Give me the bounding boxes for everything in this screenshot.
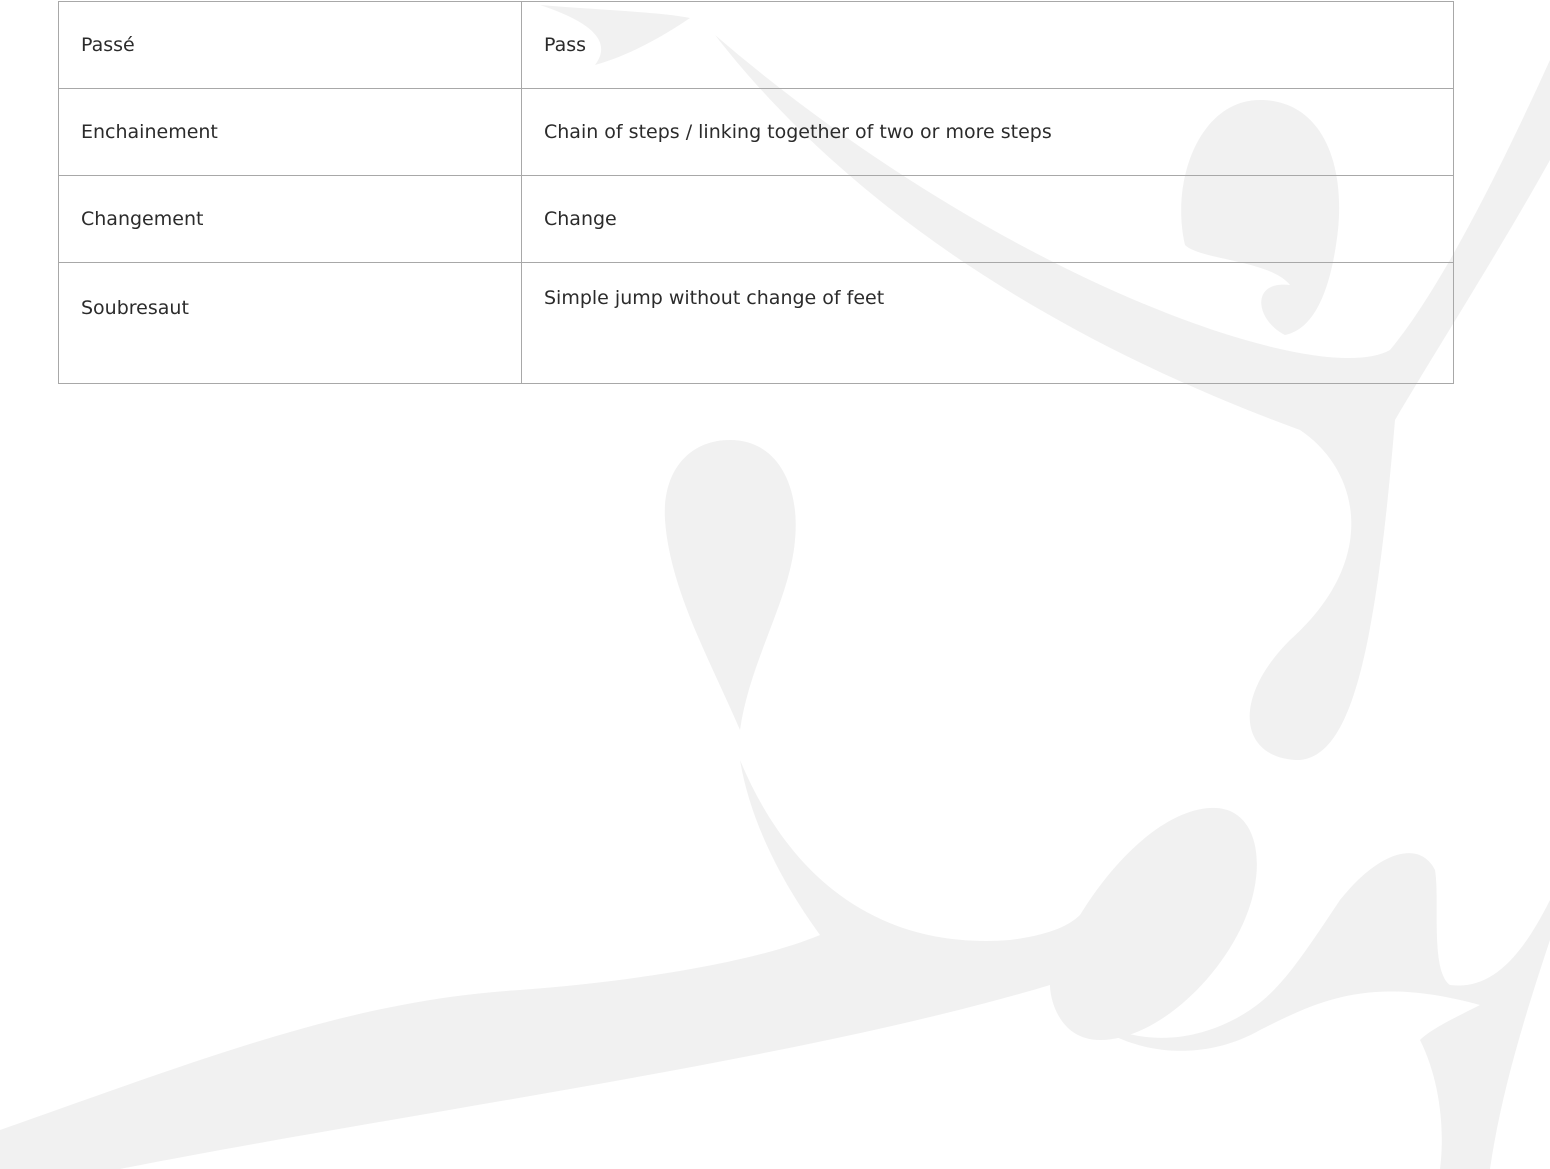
table-row: Enchainement Chain of steps / linking to… [58, 88, 1454, 176]
page: Passé Pass Enchainement Chain of steps /… [0, 0, 1550, 1169]
meaning-cell: Pass [521, 1, 1454, 89]
term-cell: Passé [58, 1, 522, 89]
ballet-terms-table: Passé Pass Enchainement Chain of steps /… [58, 1, 1454, 384]
term-cell: Soubresaut [58, 262, 522, 384]
meaning-cell: Simple jump without change of feet [521, 262, 1454, 384]
term-cell: Changement [58, 175, 522, 263]
term-cell: Enchainement [58, 88, 522, 176]
meaning-cell: Chain of steps / linking together of two… [521, 88, 1454, 176]
meaning-cell: Change [521, 175, 1454, 263]
table-row: Soubresaut Simple jump without change of… [58, 262, 1454, 384]
table-row: Changement Change [58, 175, 1454, 263]
table-row: Passé Pass [58, 1, 1454, 89]
